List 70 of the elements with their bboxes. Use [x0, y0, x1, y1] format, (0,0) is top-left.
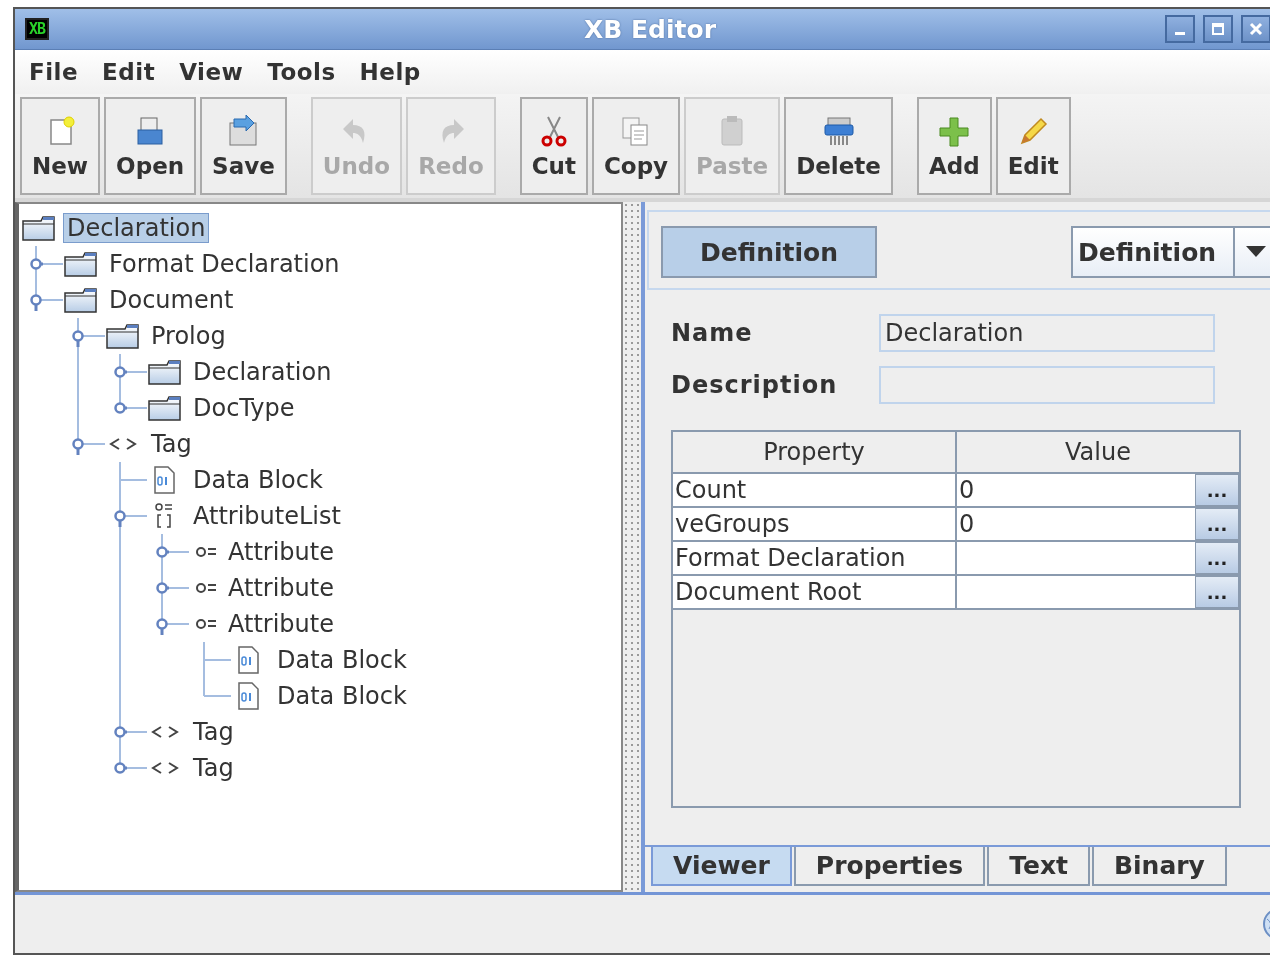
table-cell: Format Declaration: [673, 542, 957, 574]
tab[interactable]: Properties: [793, 847, 986, 886]
tree-node[interactable]: Attribute: [224, 609, 338, 639]
text-field[interactable]: [879, 366, 1215, 404]
tree-node[interactable]: Declaration: [189, 357, 336, 387]
tree-node[interactable]: DocType: [189, 393, 299, 423]
minimize-icon: [1175, 31, 1185, 35]
table-cell-text: 0: [958, 509, 976, 540]
tree-node[interactable]: Data Block: [273, 645, 411, 675]
menu-item[interactable]: Help: [347, 59, 433, 85]
table-cell: Count: [673, 474, 957, 506]
toolbar-button[interactable]: Open: [104, 97, 197, 195]
tree-node[interactable]: Tag: [189, 717, 238, 747]
toolbar-button[interactable]: Edit: [995, 97, 1071, 195]
menu-item[interactable]: Tools: [255, 59, 348, 85]
text-field[interactable]: Declaration: [879, 314, 1215, 352]
tab[interactable]: Text: [987, 847, 1090, 886]
menu-item[interactable]: View: [167, 59, 256, 85]
caret-icon: [1246, 246, 1266, 258]
app-logo: XB: [25, 18, 50, 40]
folder-icon: [63, 250, 99, 278]
ellipsis-button[interactable]: ...: [1195, 542, 1239, 574]
toolbar-button[interactable]: Add: [916, 97, 992, 195]
toolbar-button[interactable]: New: [20, 97, 101, 195]
table-cell: veGroups: [673, 508, 957, 540]
attribute-icon: [196, 618, 218, 630]
folder-icon: [105, 322, 141, 350]
column-header[interactable]: Property: [673, 432, 957, 472]
definition-toggle[interactable]: Definition: [661, 226, 877, 278]
folder-icon: [63, 286, 99, 314]
close-button[interactable]: [1241, 15, 1270, 43]
tree-node[interactable]: Prolog: [147, 321, 230, 351]
splitter-handle[interactable]: [623, 202, 641, 892]
close-icon: [1249, 22, 1263, 36]
tree-node[interactable]: Tag: [147, 429, 196, 459]
toolbar-button[interactable]: Save: [200, 97, 287, 195]
menu-item[interactable]: Edit: [90, 59, 168, 85]
folder-icon: [147, 394, 183, 422]
toolbar-button[interactable]: Cut: [519, 97, 588, 195]
ellipsis-button[interactable]: ...: [1195, 576, 1239, 608]
toolbar-button[interactable]: Copy: [591, 97, 681, 195]
table-cell-text: 0: [958, 475, 976, 506]
menu-item[interactable]: File: [17, 59, 91, 85]
tree-node[interactable]: Tag: [189, 753, 238, 783]
window-title: XB Editor: [584, 14, 716, 44]
tab[interactable]: Binary: [1091, 847, 1227, 886]
ellipsis-button[interactable]: ...: [1195, 474, 1239, 506]
column-header[interactable]: Value: [957, 432, 1239, 472]
attribute-icon: [196, 582, 218, 594]
tree-node[interactable]: Attribute: [224, 537, 338, 567]
maximize-button[interactable]: [1203, 15, 1233, 43]
ellipsis-button[interactable]: ...: [1195, 508, 1239, 540]
folder-icon: [147, 358, 183, 386]
tree-node[interactable]: Declaration: [63, 213, 210, 243]
tree-node[interactable]: AttributeList: [189, 501, 345, 531]
mode-dropdown[interactable]: Definition: [1071, 226, 1270, 278]
tree-node[interactable]: Document: [105, 285, 238, 315]
tree-node[interactable]: Attribute: [224, 573, 338, 603]
minimize-button[interactable]: [1165, 15, 1195, 43]
attribute-icon: [196, 546, 218, 558]
field-label: Description: [671, 371, 839, 399]
toolbar-button[interactable]: Delete: [784, 97, 893, 195]
tree-node[interactable]: Data Block: [189, 465, 327, 495]
folder-icon: [21, 214, 57, 242]
tree-node[interactable]: Format Declaration: [105, 249, 344, 279]
tree-node[interactable]: Data Block: [273, 681, 411, 711]
tab[interactable]: Viewer: [651, 847, 792, 886]
maximize-icon: [1211, 22, 1225, 36]
field-label: Name: [671, 319, 754, 347]
table-cell: Document Root: [673, 576, 957, 608]
